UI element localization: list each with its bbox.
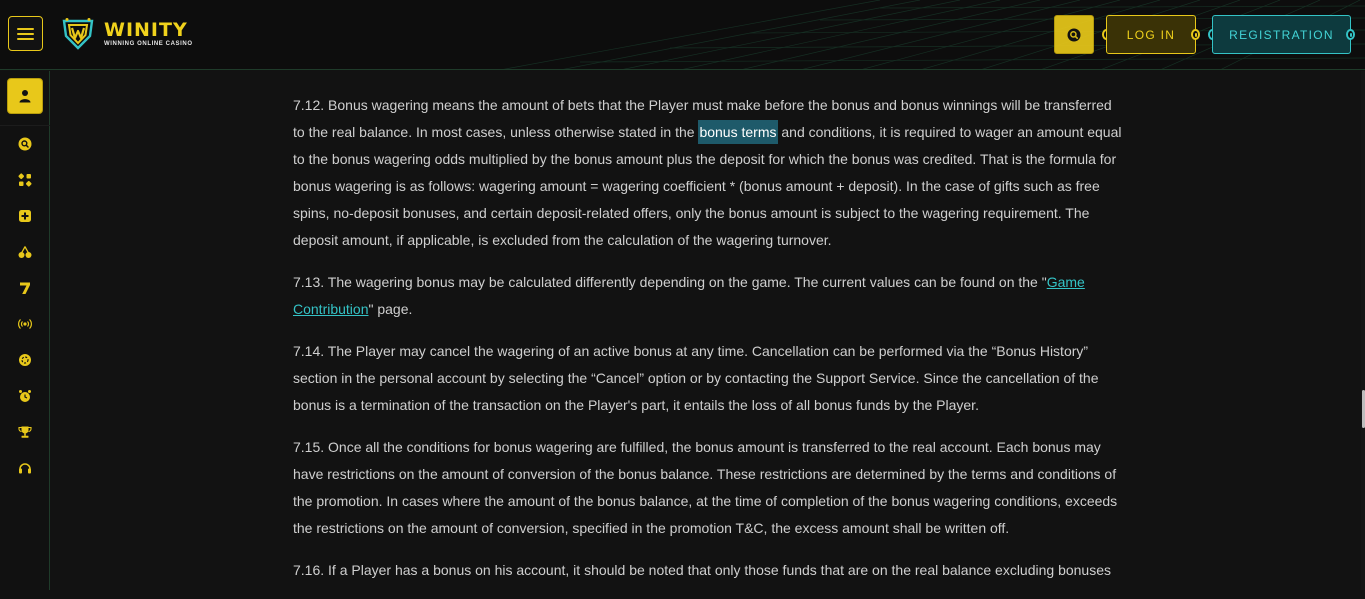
logo-mark-icon bbox=[62, 18, 94, 50]
trophy-icon bbox=[18, 426, 32, 438]
live-broadcast-icon bbox=[18, 319, 32, 329]
sidebar-item-live[interactable] bbox=[15, 314, 35, 334]
profile-button[interactable] bbox=[7, 78, 43, 114]
sidebar-divider bbox=[0, 125, 50, 126]
page-scrollbar[interactable] bbox=[1361, 71, 1365, 590]
alarm-clock-icon bbox=[19, 390, 31, 402]
brand-tagline: WINNING ONLINE CASINO bbox=[104, 41, 193, 47]
top-header: WINITY WINNING ONLINE CASINO LOG IN REGI… bbox=[0, 0, 1365, 70]
paragraph-7-13-text-end: " page. bbox=[368, 301, 413, 317]
headset-icon bbox=[19, 463, 31, 474]
paragraph-7-13-text: 7.13. The wagering bonus may be calculat… bbox=[293, 274, 1047, 290]
paragraph-7-13: 7.13. The wagering bonus may be calculat… bbox=[293, 269, 1123, 323]
sidebar-item-games[interactable] bbox=[15, 170, 35, 190]
hamburger-icon bbox=[17, 27, 34, 40]
paragraph-7-16: 7.16. If a Player has a bonus on his acc… bbox=[293, 562, 1112, 578]
bonus-terms-highlight[interactable]: bonus terms bbox=[698, 120, 778, 144]
user-icon bbox=[19, 90, 31, 103]
games-grid-icon bbox=[18, 173, 32, 187]
search-icon bbox=[1067, 28, 1081, 41]
registration-right-knob-icon bbox=[1346, 29, 1355, 40]
sidebar-item-slots[interactable] bbox=[15, 242, 35, 262]
paragraph-7-14: 7.14. The Player may cancel the wagering… bbox=[293, 343, 1099, 413]
brand-logo[interactable]: WINITY WINNING ONLINE CASINO bbox=[60, 15, 193, 53]
chip-icon bbox=[19, 354, 31, 366]
plus-card-icon bbox=[19, 210, 31, 222]
paragraph-7-12: 7.12. Bonus wagering means the amount of… bbox=[293, 92, 1123, 254]
registration-button[interactable]: REGISTRATION bbox=[1212, 15, 1351, 54]
search-button[interactable] bbox=[1054, 15, 1094, 54]
sidebar-item-table-games[interactable] bbox=[15, 350, 35, 370]
login-right-knob-icon bbox=[1191, 29, 1200, 40]
sidebar-item-search[interactable] bbox=[15, 134, 35, 154]
cherries-icon bbox=[18, 246, 32, 258]
seven-icon bbox=[20, 282, 30, 294]
sidebar-item-support[interactable] bbox=[15, 458, 35, 478]
left-sidebar bbox=[0, 71, 50, 590]
sidebar-item-tournaments-timer[interactable] bbox=[15, 386, 35, 406]
sidebar-item-bonuses[interactable] bbox=[15, 206, 35, 226]
brand-name: WINITY bbox=[104, 19, 188, 41]
sidebar-item-tournaments[interactable] bbox=[15, 422, 35, 442]
terms-content: 7.12. Bonus wagering means the amount of… bbox=[293, 92, 1123, 599]
login-button[interactable]: LOG IN bbox=[1106, 15, 1196, 54]
menu-toggle-button[interactable] bbox=[8, 16, 43, 51]
sidebar-item-jackpot[interactable] bbox=[15, 278, 35, 298]
search-icon bbox=[18, 137, 32, 151]
paragraph-7-15: 7.15. Once all the conditions for bonus … bbox=[293, 439, 1118, 536]
